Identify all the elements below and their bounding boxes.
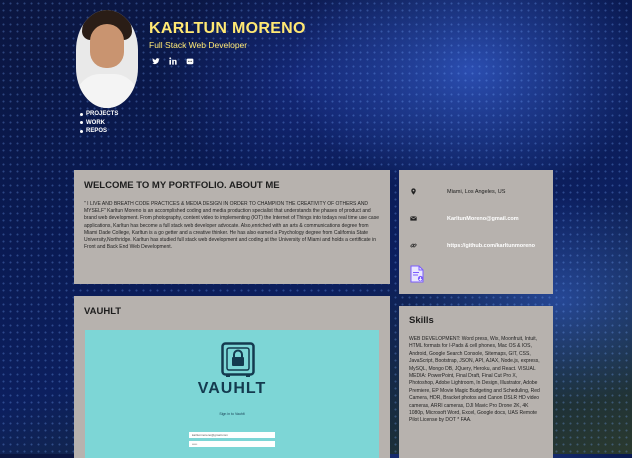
project-screenshot[interactable]: VAUHLT Sign in to Vauhlt karltunmoreno@g…: [85, 330, 379, 458]
profile-photo-shirt: [76, 74, 138, 108]
github-icon[interactable]: [185, 56, 194, 65]
profile-photo-face: [90, 24, 124, 68]
linkedin-icon[interactable]: [168, 56, 177, 65]
contact-github-link[interactable]: https://github.com/karltunmoreno: [447, 243, 535, 249]
project-screenshot-signin-label: Sign in to Vauhlt: [219, 412, 245, 416]
page-title: KARLTUN MORENO: [149, 20, 306, 37]
contact-email-link[interactable]: KarltunMoreno@gmail.com: [447, 216, 519, 222]
main-nav: PROJECTS WORK REPOS: [80, 110, 118, 136]
location-pin-icon: [409, 188, 417, 196]
skills-card: Skills WEB DEVELOPMENT: Word press, Wix,…: [399, 306, 553, 458]
nav-item-work[interactable]: WORK: [80, 119, 118, 128]
contact-email-row: KarltunMoreno@gmail.com: [409, 205, 543, 232]
about-card: WELCOME TO MY PORTFOLIO. ABOUT ME " I LI…: [74, 170, 390, 284]
contact-card: Miami, Los Angeles, US KarltunMoreno@gma…: [399, 170, 553, 294]
project-screenshot-brand: VAUHLT: [197, 380, 267, 397]
skills-heading: Skills: [409, 315, 434, 326]
about-heading: WELCOME TO MY PORTFOLIO. ABOUT ME: [84, 180, 280, 191]
project-card-vauhlt: VAUHLT VAUHLT Sign in to Vauhlt karltunm…: [74, 296, 390, 458]
contact-github-row: https://github.com/karltunmoreno: [409, 232, 543, 259]
profile-photo: [76, 10, 138, 108]
link-icon: [409, 242, 417, 250]
project-screenshot-password-field: •••••: [189, 441, 275, 447]
job-title: Full Stack Web Developer: [149, 40, 248, 50]
skills-body: WEB DEVELOPMENT: Word press, Wix, Moonfr…: [409, 336, 540, 424]
contact-location-row: Miami, Los Angeles, US: [409, 178, 543, 205]
envelope-icon: [409, 215, 417, 223]
project-screenshot-email-field: karltunmoreno@gmail.com: [189, 432, 275, 438]
vault-lock-icon: [221, 342, 255, 377]
project-heading: VAUHLT: [84, 306, 122, 317]
social-links: [151, 56, 194, 65]
about-body: " I LIVE AND BREATH CODE PRACTICES & MED…: [84, 201, 379, 251]
resume-download-icon[interactable]: [409, 265, 425, 283]
nav-item-repos[interactable]: REPOS: [80, 127, 118, 136]
twitter-icon[interactable]: [151, 56, 160, 65]
contact-location: Miami, Los Angeles, US: [447, 188, 506, 195]
nav-item-projects[interactable]: PROJECTS: [80, 110, 118, 119]
